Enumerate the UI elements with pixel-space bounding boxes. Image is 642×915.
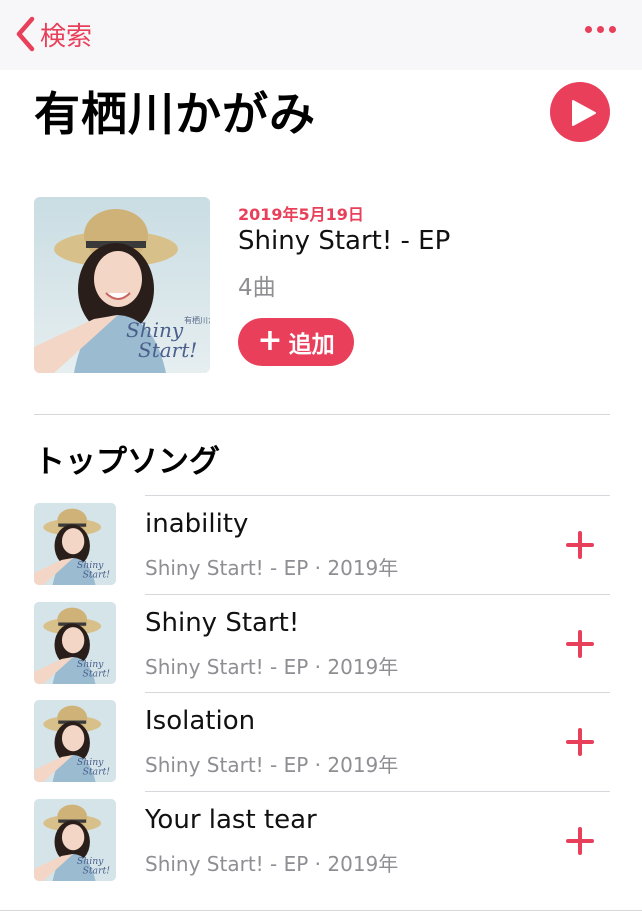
song-subtitle: Shiny Start! - EP · 2019年 [145, 753, 399, 777]
song-subtitle: Shiny Start! - EP · 2019年 [145, 654, 399, 679]
song-artwork: Shiny Start! [34, 798, 116, 881]
song-artwork-image: ShinyStart! [34, 700, 116, 782]
plus-icon: + [257, 322, 283, 358]
add-song-plus-icon[interactable] [563, 725, 597, 759]
play-icon [572, 100, 596, 126]
song-row[interactable]: Shiny Start! Your last tear Shiny Start! - … [0, 790, 642, 889]
back-label: 検索 [40, 21, 93, 52]
track-count: 4曲 [238, 275, 276, 301]
top-songs-heading: トップソング [34, 444, 220, 480]
divider [34, 414, 610, 415]
chevron-left-icon [16, 16, 35, 52]
album-title[interactable]: Shiny Start! - EP [238, 226, 450, 256]
add-label: 追加 [288, 332, 335, 358]
album-cover-image: 有栖川かがみ Shiny Start! [34, 197, 210, 373]
song-row[interactable]: Shiny Start! Shiny Start! Shiny Start! - EP… [0, 593, 642, 692]
song-row[interactable]: Shiny Start! inability Shiny Start! - EP · … [0, 495, 642, 593]
song-row[interactable]: Shiny Start! Isolation Shiny Start! - EP · … [0, 692, 642, 790]
ellipsis-icon [585, 26, 592, 33]
song-title: inability [145, 509, 249, 539]
song-artwork: Shiny Start! [34, 503, 116, 585]
song-title: Shiny Start! [145, 607, 300, 638]
song-artwork-image: ShinyStart! [34, 503, 116, 585]
add-song-plus-icon[interactable] [563, 627, 597, 661]
add-song-plus-icon[interactable] [563, 824, 597, 858]
svg-text:Start!: Start! [138, 338, 197, 362]
divider [0, 910, 642, 911]
song-title: Your last tear [145, 804, 317, 835]
song-artwork: Shiny Start! [34, 601, 116, 684]
svg-text:Start!: Start! [82, 668, 110, 679]
album-artwork[interactable]: 有栖川かがみ Shiny Start! [34, 197, 210, 373]
back-button[interactable]: 検索 [14, 16, 92, 52]
song-artwork: Shiny Start! [34, 700, 116, 782]
artist-name: 有栖川かがみ [34, 87, 316, 141]
song-subtitle: Shiny Start! - EP · 2019年 [145, 851, 399, 876]
row-separator [145, 593, 610, 595]
song-subtitle: Shiny Start! - EP · 2019年 [145, 556, 399, 580]
row-separator [145, 790, 610, 792]
svg-text:有栖川かがみ: 有栖川かがみ [184, 315, 210, 325]
navigation-bar: 検索 [0, 0, 642, 70]
song-title: Isolation [145, 706, 256, 736]
row-separator [145, 692, 610, 693]
add-song-plus-icon[interactable] [563, 528, 597, 562]
row-separator [145, 495, 610, 496]
add-album-button[interactable]: + 追加 [238, 318, 354, 366]
svg-text:Start!: Start! [82, 570, 110, 581]
svg-text:Start!: Start! [82, 865, 110, 876]
more-button[interactable] [585, 26, 616, 33]
play-button[interactable] [550, 82, 610, 142]
release-date: 2019年5月19日 [238, 205, 364, 224]
svg-text:Start!: Start! [82, 767, 110, 778]
song-artwork-image: ShinyStart! [34, 798, 116, 881]
song-artwork-image: ShinyStart! [34, 601, 116, 684]
